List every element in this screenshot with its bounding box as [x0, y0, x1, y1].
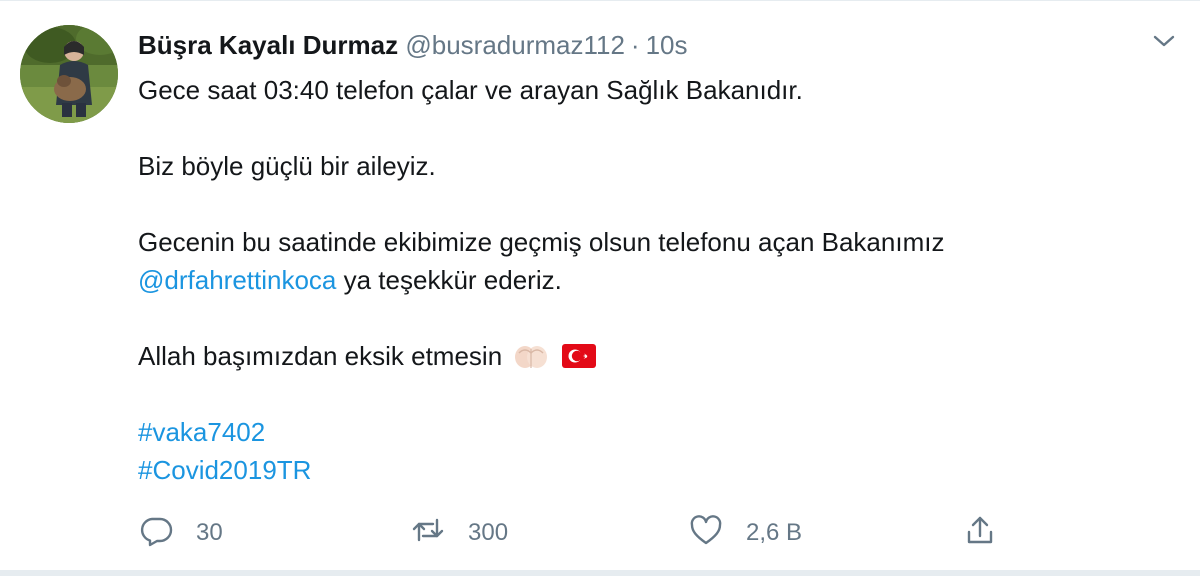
tweet-text-line: ya teşekkür ederiz. [336, 265, 562, 295]
tweet-card[interactable]: Büşra Kayalı Durmaz @busradurmaz112 · 10s … [0, 0, 1200, 576]
turkey-flag-emoji [561, 341, 597, 368]
reply-button[interactable]: 30 [138, 511, 223, 555]
retweet-count: 300 [468, 519, 509, 546]
mention-link[interactable]: @drfahrettinkoca [138, 265, 336, 295]
display-name[interactable]: Büşra Kayalı Durmaz [138, 30, 398, 60]
avatar[interactable] [20, 25, 118, 123]
like-icon [688, 512, 724, 555]
tweet-text-line: Biz böyle güçlü bir aileyiz. [138, 151, 436, 181]
tweet-body: Gece saat 03:40 telefon çalar ve arayan … [138, 71, 1158, 489]
retweet-icon [410, 512, 446, 555]
share-icon [962, 512, 998, 555]
hashtag-list: #vaka7402 #Covid2019TR [138, 413, 1158, 489]
share-button[interactable] [962, 511, 998, 555]
separator-dot: · [630, 30, 640, 60]
folded-hands-emoji [513, 341, 549, 371]
tweet-text-line: Gece saat 03:40 telefon çalar ve arayan … [138, 75, 803, 105]
caret-down-icon[interactable] [1150, 27, 1178, 55]
tweet-text-line: Gecenin bu saatinde ekibimize geçmiş ols… [138, 227, 945, 257]
hashtag-link[interactable]: #Covid2019TR [138, 455, 311, 485]
divider [0, 570, 1200, 576]
timestamp[interactable]: 10s [646, 30, 688, 60]
tweet-actions: 30 300 2,6 B [138, 511, 1018, 555]
like-count: 2,6 B [746, 519, 803, 546]
tweet-text-paragraph: Gecenin bu saatinde ekibimize geçmiş ols… [138, 223, 1158, 299]
hashtag-link[interactable]: #vaka7402 [138, 417, 265, 447]
tweet-header: Büşra Kayalı Durmaz @busradurmaz112 · 10s [138, 27, 688, 63]
like-button[interactable]: 2,6 B [688, 511, 802, 555]
tweet-text-line: Allah başımızdan eksik etmesin [138, 341, 503, 371]
retweet-button[interactable]: 300 [410, 511, 508, 555]
reply-icon [138, 512, 174, 555]
reply-count: 30 [196, 519, 223, 546]
user-handle[interactable]: @busradurmaz112 [405, 30, 625, 60]
tweet-text-paragraph: Allah başımızdan eksik etmesin [138, 337, 1158, 375]
